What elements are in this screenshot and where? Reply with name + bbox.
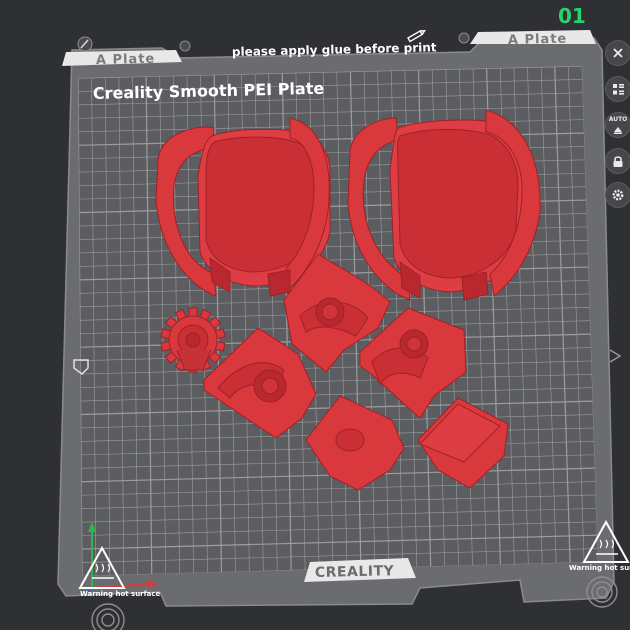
model-gear[interactable] [160,307,226,373]
lock-button[interactable] [605,148,630,174]
plate-tab-left-label: A Plate [96,52,156,68]
close-plate-button[interactable] [605,40,630,66]
gear-icon [612,189,624,201]
build-plate-scene: A Plate A Plate please apply glue before… [57,29,630,630]
close-icon [613,48,623,58]
plate-tab-right-label: A Plate [508,32,568,48]
arrange-icon [612,83,624,95]
auto-orient-label: AUTO [608,116,628,123]
hot-surface-warning-left-label: Warning hot surface [80,590,161,598]
hot-surface-warning-right-label: Warning hot surfac [569,564,630,572]
plate-edit-icon[interactable] [77,36,93,52]
plate-settings-button[interactable] [605,182,630,208]
arrange-button[interactable] [605,76,630,102]
auto-orient-button[interactable]: AUTO [605,112,630,138]
lock-icon [613,155,623,167]
edit-notice-icon[interactable] [407,29,426,43]
brand-logo: CREALITY [315,563,395,581]
auto-orient-icon [614,127,622,134]
3d-viewport[interactable]: A Plate A Plate please apply glue before… [0,0,630,630]
plate-index-label: 01 [558,4,586,28]
